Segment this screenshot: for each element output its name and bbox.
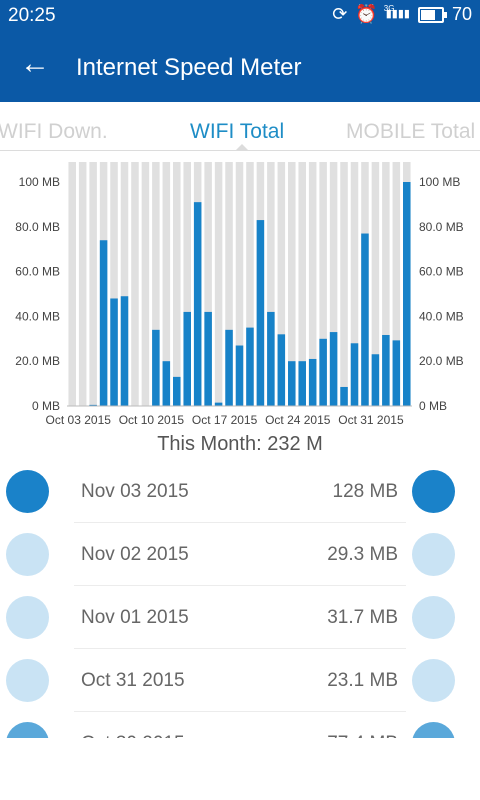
chart-bar: [162, 361, 171, 406]
chart-bar: [193, 202, 202, 406]
list-item-date: Nov 01 2015: [81, 607, 189, 628]
chart-bar: [256, 220, 265, 406]
chart-bar: [246, 327, 254, 406]
list-item-date: Nov 02 2015: [81, 544, 189, 565]
usage-level-dot: [6, 596, 49, 639]
y-tick-label-left: 60.0 MB: [15, 265, 60, 279]
usage-level-dot: [412, 596, 455, 639]
x-tick-label: Oct 10 2015: [119, 413, 185, 427]
usage-chart-svg: 0 MB 0 MB 20.0 MB 20.0 MB 40.0 MB 40.0 MB 60.0…: [15, 162, 464, 427]
bar-track: [89, 162, 97, 406]
x-tick-label: Oct 24 2015: [265, 413, 331, 427]
list-item-value: 23.1 MB: [327, 670, 398, 691]
list-item[interactable]: Nov 02 2015 29.3 MB: [0, 523, 480, 586]
bar-track: [68, 162, 76, 406]
usage-level-dot: [6, 470, 49, 513]
bar-track: [78, 162, 87, 406]
chart-bar: [288, 361, 296, 406]
sync-icon: ⟳: [332, 4, 348, 24]
usage-level-dot: [412, 659, 455, 702]
list-item[interactable]: Oct 30 2015 77.4 MB: [0, 712, 480, 738]
bar-track: [131, 162, 139, 406]
chart-bar: [152, 329, 160, 406]
list-item-date: Oct 30 2015: [81, 733, 185, 738]
list-item-date: Oct 31 2015: [81, 670, 185, 691]
battery-level: 70: [451, 4, 472, 24]
bar-track: [214, 162, 223, 406]
chart-bar: [235, 345, 244, 406]
x-tick-label: Oct 17 2015: [192, 413, 258, 427]
chart-bar: [319, 338, 327, 406]
chart-bar: [361, 233, 369, 406]
x-tick-label: Oct 03 2015: [46, 413, 112, 427]
chart-bar: [99, 240, 108, 406]
y-tick-label-right: 40.0 MB: [419, 309, 464, 323]
usage-level-dot: [6, 659, 49, 702]
chart-bar: [277, 334, 286, 406]
back-arrow-icon[interactable]: ←: [20, 49, 50, 79]
tab-mobile-total[interactable]: MOBILE Total: [346, 120, 475, 144]
chart-bar: [183, 311, 191, 406]
chart-bar: [110, 298, 118, 406]
battery-icon: [417, 6, 447, 23]
chart-bar: [267, 311, 275, 406]
network-type: 3G: [383, 4, 395, 13]
list-item-value: 29.3 MB: [327, 544, 398, 565]
chart-bar: [371, 354, 380, 406]
usage-level-dot: [412, 470, 455, 513]
bar-track: [173, 162, 181, 406]
list-item[interactable]: Nov 01 2015 31.7 MB: [0, 586, 480, 649]
y-tick-label-right: 60.0 MB: [419, 265, 464, 279]
status-bar: 20:25 ⟳ ⏰ 3G ▮▮▮▮ 70: [0, 0, 480, 32]
chart-bar: [214, 402, 223, 406]
status-time: 20:25: [8, 5, 56, 26]
alarm-icon: ⏰: [355, 4, 378, 24]
usage-level-dot: [412, 533, 455, 576]
list-item[interactable]: Oct 31 2015 23.1 MB: [0, 649, 480, 712]
chart-bar: [173, 376, 181, 406]
chart-bar: [120, 296, 129, 406]
history-list[interactable]: Nov 03 2015 128 MB Nov 02 2015 29.3 MB Nov 0…: [0, 460, 480, 738]
chart-bar: [204, 311, 212, 406]
bar-track: [141, 162, 150, 406]
list-item-value: 77.4 MB: [327, 733, 398, 738]
list-item-date: Nov 03 2015: [81, 481, 189, 502]
chart-bar: [382, 334, 390, 406]
y-tick-label-left: 20.0 MB: [15, 354, 60, 368]
usage-level-dot: [412, 722, 455, 738]
status-icons: ⟳ ⏰ 3G ▮▮▮▮ 70: [332, 4, 472, 25]
usage-level-dot: [6, 533, 49, 576]
chart-bar: [340, 386, 348, 406]
y-tick-label-left: 40.0 MB: [15, 309, 60, 323]
x-tick-label: Oct 31 2015: [338, 413, 404, 427]
y-tick-label-left: 0 MB: [32, 399, 60, 413]
month-total: This Month: 232 M: [157, 433, 323, 455]
chart-bar: [308, 358, 317, 406]
chart-bar: [329, 332, 338, 406]
y-tick-label-right: 80.0 MB: [419, 220, 464, 234]
chart-bar: [350, 343, 359, 406]
y-tick-label-right: 20.0 MB: [419, 354, 464, 368]
bar-track: [340, 162, 348, 406]
chart-bar: [392, 340, 401, 406]
list-item-value: 128 MB: [332, 481, 398, 502]
y-tick-label-right: 100 MB: [419, 175, 460, 189]
tab-wifi-down[interactable]: WIFI Down.: [0, 120, 108, 144]
chart-bar: [298, 361, 306, 406]
y-tick-label-left: 100 MB: [19, 175, 60, 189]
tab-wifi-total[interactable]: WIFI Total: [190, 120, 284, 144]
usage-level-dot: [6, 722, 49, 738]
y-tick-label-left: 80.0 MB: [15, 220, 60, 234]
app-bar: ← Internet Speed Meter: [0, 32, 480, 102]
list-item[interactable]: Nov 03 2015 128 MB: [0, 460, 480, 523]
y-tick-label-right: 0 MB: [419, 399, 447, 413]
usage-chart: 0 MB 0 MB 20.0 MB 20.0 MB 40.0 MB 40.0 MB 60.0…: [0, 150, 480, 432]
list-item-value: 31.7 MB: [327, 607, 398, 628]
signal-icon: 3G ▮▮▮▮: [383, 4, 410, 20]
page-title: Internet Speed Meter: [76, 54, 302, 81]
chart-bar: [403, 182, 411, 406]
chart-bar: [225, 329, 233, 406]
